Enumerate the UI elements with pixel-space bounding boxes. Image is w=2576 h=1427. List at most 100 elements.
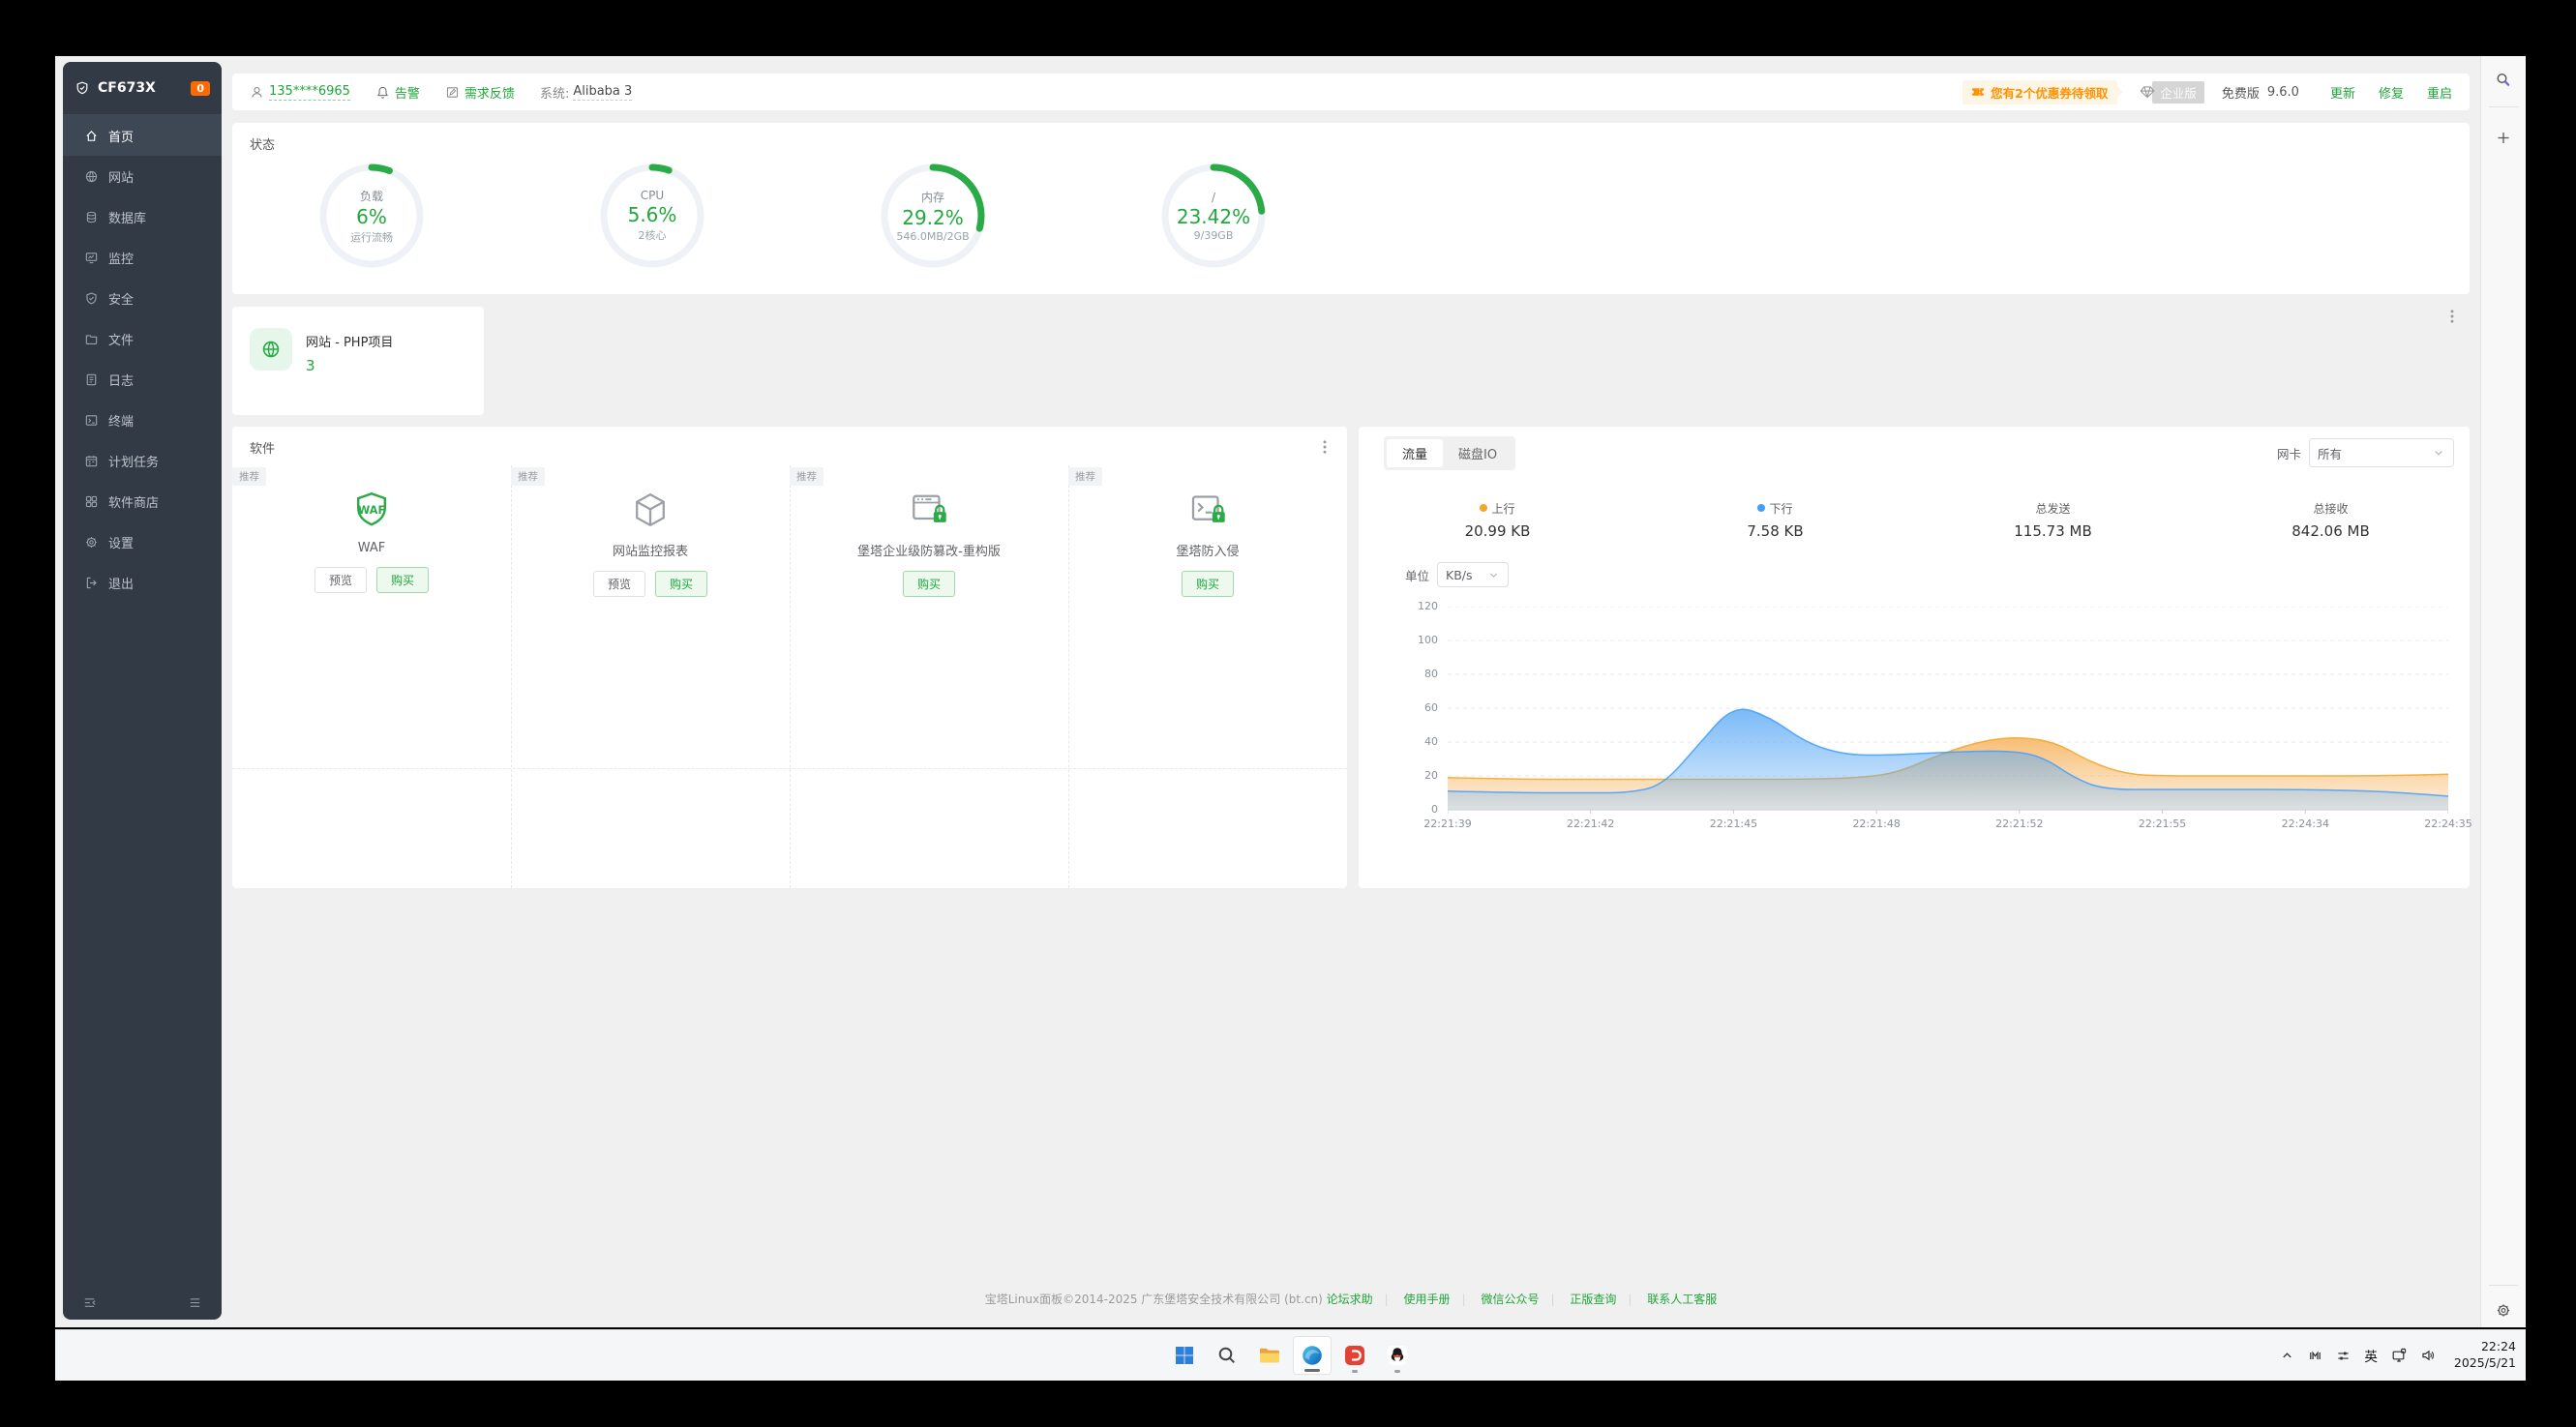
search-icon[interactable] xyxy=(2496,72,2512,88)
sidebar-item-home[interactable]: 首页 xyxy=(63,115,222,156)
coupon-banner[interactable]: 您有2个优惠券待领取 xyxy=(1962,80,2117,104)
footer-link-wechat[interactable]: 微信公众号 xyxy=(1481,1293,1539,1306)
tray-sliders-icon[interactable] xyxy=(2336,1349,2351,1363)
windows-taskbar: 英 22:24 2025/5/21 xyxy=(55,1329,2526,1381)
nic-select[interactable]: 所有 xyxy=(2309,438,2454,467)
sidebar-item-website[interactable]: 网站 xyxy=(63,156,222,196)
start-button[interactable] xyxy=(1165,1336,1204,1375)
software-item-intrusion-prevention: 堡塔防入侵 购买 xyxy=(1068,465,1347,768)
sidebar-item-label: 监控 xyxy=(108,249,134,267)
sidebar-item-settings[interactable]: 设置 xyxy=(63,521,222,562)
sidebar-item-files[interactable]: 文件 xyxy=(63,318,222,359)
nic-label: 网卡 xyxy=(2277,444,2301,462)
account-phone[interactable]: 135****6965 xyxy=(250,84,350,101)
buy-button[interactable]: 购买 xyxy=(655,571,707,597)
traffic-chart xyxy=(1448,607,2448,816)
user-icon xyxy=(250,85,264,100)
tray-expand-icon[interactable] xyxy=(2280,1349,2294,1363)
x-axis-labels: 22:21:3922:21:4222:21:4522:21:4822:21:52… xyxy=(1448,818,2448,833)
software-card: 软件 推荐 推荐 推荐 推荐 WAF 预览购买 网站监控报表 预览购买 堡塔企业… xyxy=(232,427,1347,888)
alert-count-badge[interactable]: 0 xyxy=(191,81,210,96)
sidebar-menu: 首页 网站 数据库 监控 安全 文件 日志 终端 计划任务 软件商店 设置 退出 xyxy=(63,115,222,603)
folder-icon xyxy=(1258,1344,1281,1367)
download-dot xyxy=(1757,504,1765,512)
footer-link-genuine-check[interactable]: 正版查询 xyxy=(1570,1293,1616,1306)
network-icon[interactable] xyxy=(2391,1348,2407,1363)
edge-icon xyxy=(1301,1344,1324,1367)
tab-traffic[interactable]: 流量 xyxy=(1387,439,1443,467)
sidebar-item-security[interactable]: 安全 xyxy=(63,278,222,318)
unit-label: 单位 xyxy=(1405,566,1429,584)
repair-link[interactable]: 修复 xyxy=(2379,83,2404,102)
preview-button[interactable]: 预览 xyxy=(593,571,645,597)
site-count: 3 xyxy=(306,357,315,374)
terminal-lock-icon xyxy=(1187,489,1228,531)
footer-link-manual[interactable]: 使用手册 xyxy=(1404,1293,1451,1306)
site-php-card[interactable]: 网站 - PHP项目 3 xyxy=(232,307,484,415)
server-name[interactable]: CF673X xyxy=(98,80,191,96)
version-number: 9.6.0 xyxy=(2267,85,2299,100)
chevron-down-icon xyxy=(1487,569,1500,581)
software-item-tamper-proof: 堡塔企业级防篡改-重构版 购买 xyxy=(790,465,1068,768)
buy-button[interactable]: 购买 xyxy=(903,571,955,597)
buy-button[interactable]: 购买 xyxy=(1182,571,1234,597)
footer-link-support[interactable]: 联系人工客服 xyxy=(1647,1293,1717,1306)
sidebar-item-monitor[interactable]: 监控 xyxy=(63,237,222,278)
sidebar-item-terminal[interactable]: 终端 xyxy=(63,400,222,440)
restart-link[interactable]: 重启 xyxy=(2427,83,2452,102)
taskbar-clock[interactable]: 22:24 2025/5/21 xyxy=(2454,1339,2516,1372)
upload-dot xyxy=(1480,504,1487,512)
gauge-disk: /23.42%9/39GB xyxy=(1159,162,1268,270)
menu-style-icon[interactable] xyxy=(188,1295,202,1310)
tab-disk-io[interactable]: 磁盘IO xyxy=(1443,439,1513,467)
sidebar-item-label: 设置 xyxy=(108,533,134,551)
cube-icon xyxy=(630,489,671,531)
software-title: 软件 xyxy=(250,438,275,457)
ime-indicator[interactable]: 英 xyxy=(2364,1346,2378,1365)
gauge-cpu: CPU5.6%2核心 xyxy=(598,162,706,270)
update-link[interactable]: 更新 xyxy=(2330,83,2355,102)
topbar: 135****6965 告警 需求反馈 系统:Alibaba 3 您有2个优惠券… xyxy=(232,74,2470,110)
add-panel-icon[interactable] xyxy=(2496,130,2512,146)
divider xyxy=(2489,1285,2518,1286)
sidebar-item-database[interactable]: 数据库 xyxy=(63,196,222,237)
edge-browser-button[interactable] xyxy=(1293,1336,1332,1375)
gear-icon[interactable] xyxy=(2496,1302,2512,1319)
sidebar-item-cron[interactable]: 计划任务 xyxy=(63,440,222,481)
sidebar-item-appstore[interactable]: 软件商店 xyxy=(63,481,222,521)
red-app-button[interactable] xyxy=(1335,1336,1374,1375)
sidebar-item-label: 首页 xyxy=(108,127,134,145)
buy-button[interactable]: 购买 xyxy=(376,567,429,593)
software-more-menu[interactable] xyxy=(1316,438,1333,456)
sidebar-item-label: 日志 xyxy=(108,371,134,389)
preview-button[interactable]: 预览 xyxy=(315,567,367,593)
browser-side-strip xyxy=(2480,56,2526,1327)
software-item-waf: WAF 预览购买 xyxy=(232,465,511,768)
unit-select[interactable]: KB/s xyxy=(1437,562,1509,587)
sidebar-item-logout[interactable]: 退出 xyxy=(63,562,222,603)
sidebar: CF673X 0 首页 网站 数据库 监控 安全 文件 日志 终端 计划任务 软… xyxy=(63,62,222,1320)
alarm-link[interactable]: 告警 xyxy=(375,83,420,102)
stat-upload: 上行20.99 KB xyxy=(1359,500,1636,540)
tray-app-m-icon[interactable] xyxy=(2308,1349,2322,1363)
row-more-menu[interactable] xyxy=(2443,308,2461,325)
divider xyxy=(2489,106,2518,107)
feedback-link[interactable]: 需求反馈 xyxy=(445,83,515,102)
taskbar-search-button[interactable] xyxy=(1208,1336,1246,1375)
traffic-tabs: 流量 磁盘IO xyxy=(1384,436,1515,470)
sidebar-item-logs[interactable]: 日志 xyxy=(63,359,222,400)
file-explorer-button[interactable] xyxy=(1250,1336,1289,1375)
traffic-card: 流量 磁盘IO 网卡 所有 上行20.99 KB 下行7.58 KB 总发送11… xyxy=(1359,427,2470,888)
nic-filter: 网卡 所有 xyxy=(2277,438,2454,467)
volume-icon[interactable] xyxy=(2420,1348,2436,1363)
system-name[interactable]: Alibaba 3 xyxy=(573,84,632,101)
collapse-sidebar-icon[interactable] xyxy=(82,1295,97,1310)
footer-link-forum[interactable]: 论坛求助 xyxy=(1327,1293,1373,1306)
sidebar-item-label: 网站 xyxy=(108,167,134,186)
panel-logo-icon xyxy=(75,80,90,96)
enterprise-badge[interactable]: 企业版 xyxy=(2139,81,2204,104)
ticket-icon xyxy=(1970,84,1986,100)
qq-button[interactable] xyxy=(1378,1336,1417,1375)
traffic-stats: 上行20.99 KB 下行7.58 KB 总发送115.73 MB 总接收842… xyxy=(1359,500,2470,540)
stat-download: 下行7.58 KB xyxy=(1636,500,1914,540)
